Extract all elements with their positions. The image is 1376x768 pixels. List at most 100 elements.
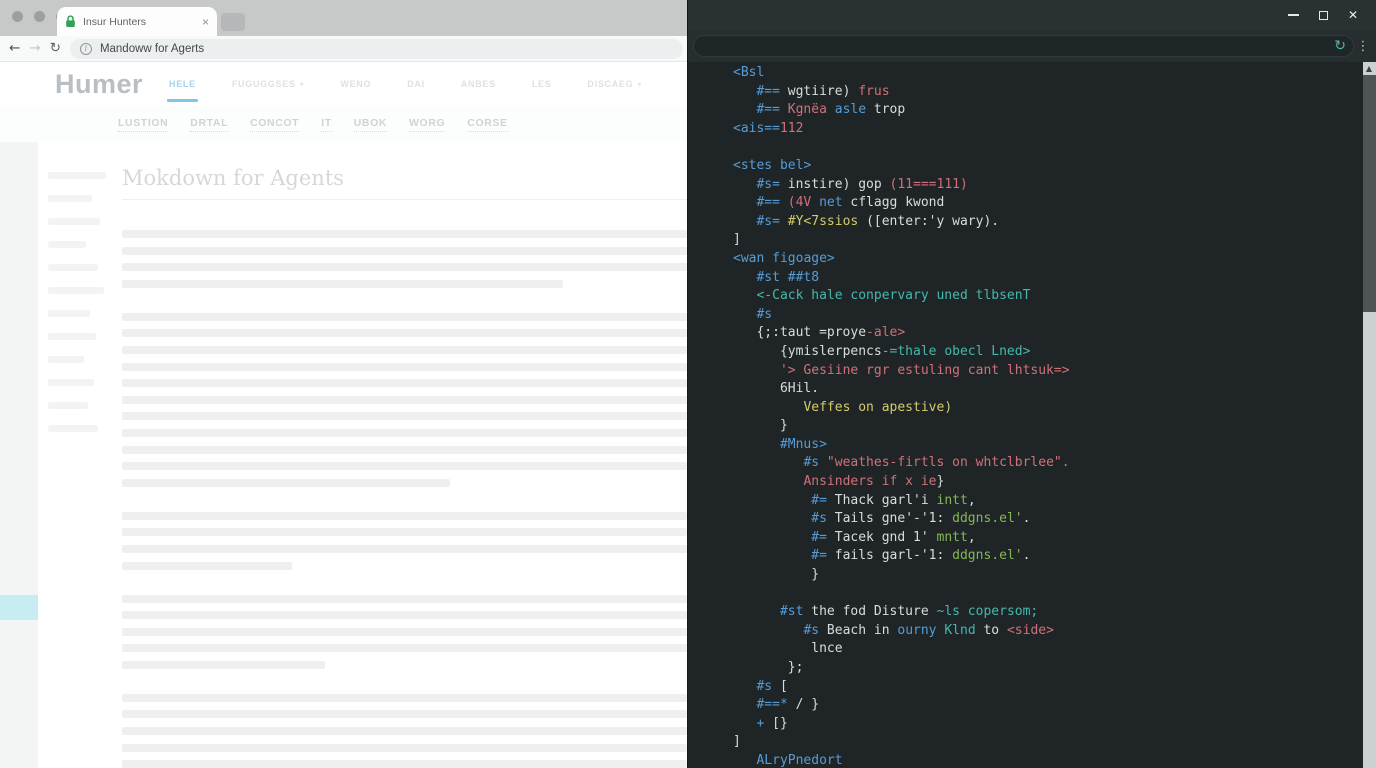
text-line bbox=[122, 280, 563, 288]
scrollbar-thumb[interactable] bbox=[1363, 75, 1376, 312]
code-line: #s "weathes-firtls on whtclbrlee". bbox=[733, 454, 1363, 473]
secondary-nav: LUSTION DRTAL CONCOT IT UBOK WORG CORSE bbox=[0, 106, 687, 142]
address-bar[interactable]: i Mandoww for Agerts bbox=[70, 39, 683, 59]
subnav-item-it[interactable]: IT bbox=[321, 117, 332, 132]
code-line: <ais==112 bbox=[733, 120, 1363, 139]
text-line bbox=[122, 528, 687, 536]
traffic-dot-minimize[interactable] bbox=[34, 11, 45, 22]
back-icon[interactable]: ← bbox=[9, 42, 20, 56]
code-line: <wan figoage> bbox=[733, 250, 1363, 269]
subnav-item-concot[interactable]: CONCOT bbox=[250, 117, 299, 132]
text-line bbox=[122, 479, 450, 487]
code-line: <-Cack hale conpervary uned tlbsenT bbox=[733, 287, 1363, 306]
reader-reload-icon[interactable]: ↻ bbox=[1334, 39, 1346, 53]
nav-item-dai[interactable]: DAI bbox=[407, 62, 425, 106]
code-line: Veffes on apestive) bbox=[733, 399, 1363, 418]
code-line: ] bbox=[733, 733, 1363, 752]
tab-strip: Insur Hunters × bbox=[0, 0, 687, 36]
text-line bbox=[122, 412, 687, 420]
code-line: ] bbox=[733, 231, 1363, 250]
code-line bbox=[733, 138, 1363, 157]
primary-nav: HELE FUGUGGSES▾ WENO DAI ANBES LES DISCAEG ▾ bbox=[169, 62, 642, 106]
nav-item-label: ANBES bbox=[461, 79, 496, 89]
toc-line-skeleton bbox=[48, 425, 98, 432]
lock-icon bbox=[65, 15, 76, 28]
code-line: #= Thack garl'i intt, bbox=[733, 492, 1363, 511]
toc-line-skeleton bbox=[48, 310, 90, 317]
text-line bbox=[122, 694, 687, 702]
desktop: Insur Hunters × ← → ↻ i Mandoww for Ager… bbox=[0, 0, 1376, 768]
code-line: #st the fod Disture ~ls copersom; bbox=[733, 603, 1363, 622]
code-line: #s= instire) gop (11===111) bbox=[733, 176, 1363, 195]
text-line bbox=[122, 230, 687, 238]
code-line: #== wgtiire) frus bbox=[733, 83, 1363, 102]
subnav-item-worg[interactable]: WORG bbox=[409, 117, 445, 132]
nav-item-fuguggses[interactable]: FUGUGGSES▾ bbox=[232, 62, 305, 106]
code-line: #s Tails gne'-'1: ddgns.el'. bbox=[733, 510, 1363, 529]
code-line: #st ##t8 bbox=[733, 269, 1363, 288]
close-tab-icon[interactable]: × bbox=[202, 16, 209, 28]
text-line bbox=[122, 263, 687, 271]
traffic-dot-close[interactable] bbox=[12, 11, 23, 22]
browser-tab[interactable]: Insur Hunters × bbox=[57, 7, 217, 36]
site-info-icon[interactable]: i bbox=[80, 43, 92, 55]
text-line bbox=[122, 379, 687, 387]
site-header: Humer HELE FUGUGGSES▾ WENO DAI ANBES LES DISCA… bbox=[0, 62, 687, 106]
code-line: '> Gesiine rgr estuling cant lhtsuk=> bbox=[733, 362, 1363, 381]
chevron-down-icon: ▾ bbox=[300, 80, 305, 89]
reload-icon[interactable]: ↻ bbox=[50, 42, 61, 56]
article-paragraph bbox=[122, 313, 687, 487]
page-title: Mokdown for Agents bbox=[122, 166, 687, 190]
article-paragraph bbox=[122, 694, 687, 768]
nav-item-anbes[interactable]: ANBES bbox=[461, 62, 496, 106]
nav-item-discaeg[interactable]: DISCAEG ▾ bbox=[587, 62, 642, 106]
nav-item-hele[interactable]: HELE bbox=[169, 62, 196, 106]
code-line: #s= #Y<7ssios ([enter:'y wary). bbox=[733, 213, 1363, 232]
scrollbar-track[interactable] bbox=[1363, 62, 1376, 768]
toc-line-skeleton bbox=[48, 356, 84, 363]
text-line bbox=[122, 710, 687, 718]
code-line: }; bbox=[733, 659, 1363, 678]
url-text: Mandoww for Agerts bbox=[100, 43, 204, 55]
subnav-item-corse[interactable]: CORSE bbox=[467, 117, 507, 132]
nav-item-label: DISCAEG bbox=[587, 79, 633, 89]
scroll-up-icon[interactable] bbox=[1366, 66, 1372, 72]
subnav-item-ubok[interactable]: UBOK bbox=[354, 117, 387, 132]
subnav-item-drtal[interactable]: DRTAL bbox=[190, 117, 228, 132]
sidebar-highlight[interactable] bbox=[0, 595, 38, 620]
code-line: Ansinders if x ie} bbox=[733, 473, 1363, 492]
code-line: <Bsl bbox=[733, 64, 1363, 83]
code-line: + [} bbox=[733, 715, 1363, 734]
code-line: #==* / } bbox=[733, 696, 1363, 715]
close-window-button[interactable]: ✕ bbox=[1338, 0, 1368, 30]
dark-toolbar: ↻ ⋮ bbox=[688, 30, 1376, 62]
menu-dots-icon[interactable]: ⋮ bbox=[1354, 39, 1372, 54]
chevron-down-icon: ▾ bbox=[637, 80, 642, 89]
text-line bbox=[122, 462, 687, 470]
code-line: 6Hil. bbox=[733, 380, 1363, 399]
maximize-button[interactable] bbox=[1308, 0, 1338, 30]
text-line bbox=[122, 329, 687, 337]
heading-divider bbox=[122, 199, 687, 200]
dark-address-bar[interactable]: ↻ bbox=[693, 35, 1354, 57]
article-paragraph bbox=[122, 512, 687, 570]
code-line: #s [ bbox=[733, 678, 1363, 697]
text-line bbox=[122, 611, 687, 619]
dark-browser-window: ✕ ↻ ⋮ <Bsl#== wgtiire) frus#== Kgnëa asl… bbox=[687, 0, 1376, 768]
dark-titlebar: ✕ bbox=[688, 0, 1376, 30]
text-line bbox=[122, 595, 687, 603]
text-line bbox=[122, 744, 687, 752]
page-content: Mokdown for Agents bbox=[0, 142, 687, 768]
text-line bbox=[122, 628, 687, 636]
subnav-item-lustion[interactable]: LUSTION bbox=[118, 117, 168, 132]
minimize-button[interactable] bbox=[1278, 0, 1308, 30]
browser-toolbar: ← → ↻ i Mandoww for Agerts bbox=[0, 36, 687, 62]
code-line: #= fails garl-'1: ddgns.el'. bbox=[733, 547, 1363, 566]
nav-item-les[interactable]: LES bbox=[532, 62, 552, 106]
toc-line-skeleton bbox=[48, 379, 94, 386]
text-line bbox=[122, 727, 687, 735]
site-logo[interactable]: Humer bbox=[55, 69, 143, 100]
toc-line-skeleton bbox=[48, 172, 106, 179]
nav-item-weno[interactable]: WENO bbox=[340, 62, 371, 106]
new-tab-button[interactable] bbox=[221, 13, 245, 31]
